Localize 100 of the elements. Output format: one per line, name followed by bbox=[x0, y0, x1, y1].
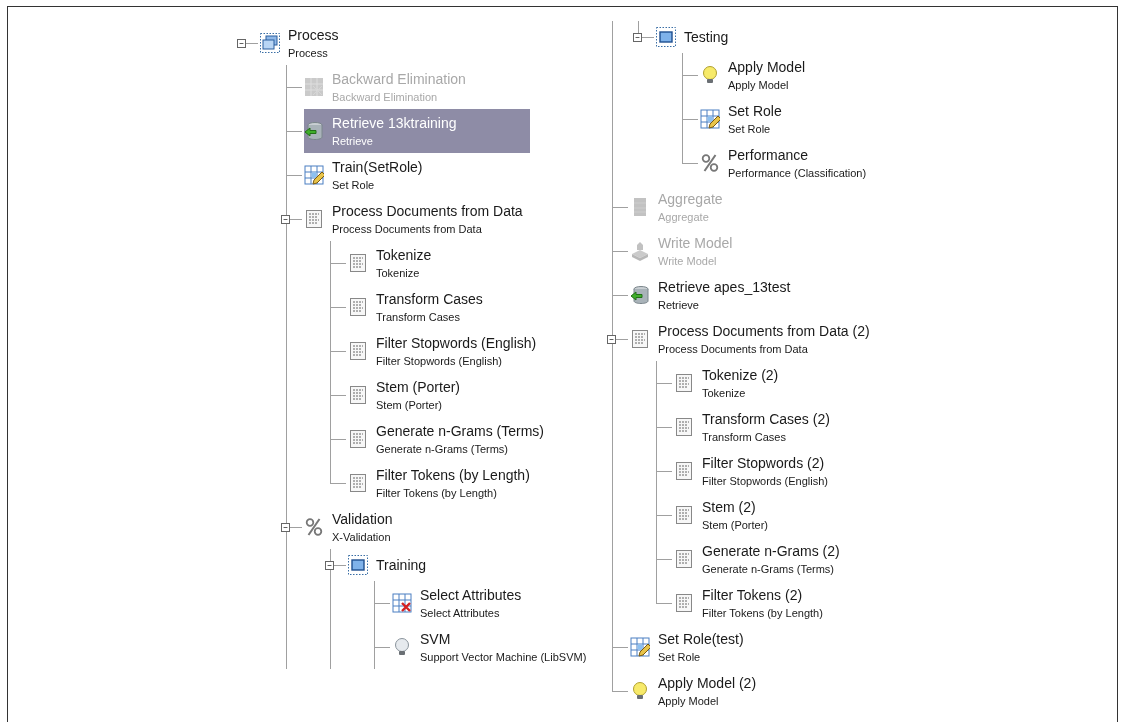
tree-node[interactable]: Filter Tokens (by Length) Filter Tokens (by Length) bbox=[348, 461, 538, 505]
node-title: Training bbox=[376, 556, 427, 574]
tree-node[interactable]: Testing bbox=[656, 21, 737, 53]
table-cross-icon bbox=[392, 593, 412, 613]
window-icon bbox=[348, 555, 368, 575]
node-title: Set Role bbox=[728, 102, 782, 120]
operator-name: Filter Tokens (by Length) bbox=[376, 485, 498, 500]
operator-name: Transform Cases bbox=[702, 429, 787, 444]
tree-node[interactable]: Apply Model (2) Apply Model bbox=[630, 669, 765, 713]
lightbulb-icon bbox=[630, 681, 650, 701]
database-icon bbox=[630, 285, 650, 305]
tree-node[interactable]: Stem (2) Stem (Porter) bbox=[674, 493, 776, 537]
tree-node[interactable]: Set Role(test) Set Role bbox=[630, 625, 752, 669]
document-icon bbox=[348, 473, 368, 493]
box-icon bbox=[630, 241, 650, 261]
tree-node[interactable]: Training bbox=[348, 549, 435, 581]
node-title: Testing bbox=[684, 28, 729, 46]
operator-name: Generate n-Grams (Terms) bbox=[376, 441, 510, 456]
window-icon bbox=[656, 27, 676, 47]
node-title: Retrieve apes_13test bbox=[658, 278, 791, 296]
operator-name: Stem (Porter) bbox=[702, 517, 768, 532]
tree-node[interactable]: Process Documents from Data Process Documents from Data bbox=[304, 197, 531, 241]
node-title: Generate n-Grams (Terms) bbox=[376, 422, 545, 440]
tree-node[interactable]: Tokenize Tokenize bbox=[348, 241, 440, 285]
node-title: Retrieve 13ktraining bbox=[332, 114, 457, 132]
tree-node[interactable]: Stem (Porter) Stem (Porter) bbox=[348, 373, 468, 417]
operator-name: Retrieve bbox=[332, 133, 374, 148]
tree-node[interactable]: Tokenize (2) Tokenize bbox=[674, 361, 787, 405]
tree-node[interactable]: Filter Stopwords (2) Filter Stopwords (English) bbox=[674, 449, 836, 493]
table-pencil-icon bbox=[700, 109, 720, 129]
node-title: Stem (Porter) bbox=[376, 378, 460, 396]
tree-node[interactable]: Filter Tokens (2) Filter Tokens (by Length) bbox=[674, 581, 831, 625]
operator-name: Support Vector Machine (LibSVM) bbox=[420, 649, 587, 664]
operator-name: Backward Elimination bbox=[332, 89, 439, 104]
document-icon bbox=[674, 593, 694, 613]
lightbulb-icon bbox=[392, 637, 412, 657]
document-icon bbox=[348, 429, 368, 449]
collapse-icon[interactable] bbox=[237, 39, 246, 48]
tree-node[interactable]: Process Process bbox=[260, 21, 347, 65]
tree-node[interactable]: Transform Cases (2) Transform Cases bbox=[674, 405, 838, 449]
operator-name: Performance (Classification) bbox=[728, 165, 867, 180]
operator-name: Tokenize bbox=[376, 265, 421, 280]
node-title: Apply Model (2) bbox=[658, 674, 757, 692]
node-title: Tokenize bbox=[376, 246, 432, 264]
document-icon bbox=[348, 341, 368, 361]
tree-node[interactable]: Apply Model Apply Model bbox=[700, 53, 814, 97]
table-pencil-icon bbox=[630, 637, 650, 657]
collapse-icon[interactable] bbox=[607, 335, 616, 344]
tree-node[interactable]: Select Attributes Select Attributes bbox=[392, 581, 530, 625]
collapse-icon[interactable] bbox=[633, 33, 642, 42]
operator-name: Generate n-Grams (Terms) bbox=[702, 561, 836, 576]
document-icon bbox=[348, 385, 368, 405]
windows-icon bbox=[260, 33, 280, 53]
tree-node[interactable]: Performance Performance (Classification) bbox=[700, 141, 875, 185]
node-title: Backward Elimination bbox=[332, 70, 466, 88]
node-title: Apply Model bbox=[728, 58, 806, 76]
operator-name: Set Role bbox=[728, 121, 772, 136]
tree-node[interactable]: Generate n-Grams (Terms) Generate n-Grams (Terms) bbox=[348, 417, 553, 461]
operator-name: Aggregate bbox=[658, 209, 710, 224]
operator-name: Apply Model bbox=[728, 77, 790, 92]
operator-name: Retrieve bbox=[658, 297, 700, 312]
tree-node[interactable]: SVM Support Vector Machine (LibSVM) bbox=[392, 625, 595, 669]
node-title: Transform Cases bbox=[376, 290, 483, 308]
node-title: Write Model bbox=[658, 234, 733, 252]
node-title: Filter Stopwords (English) bbox=[376, 334, 537, 352]
operator-name: Process Documents from Data bbox=[332, 221, 483, 236]
tree-node[interactable]: Filter Stopwords (English) Filter Stopwords (English) bbox=[348, 329, 545, 373]
operator-name: Apply Model bbox=[658, 693, 720, 708]
percent-icon bbox=[700, 153, 720, 173]
tree-node[interactable]: Transform Cases Transform Cases bbox=[348, 285, 491, 329]
node-title: Set Role(test) bbox=[658, 630, 744, 648]
node-title: Transform Cases (2) bbox=[702, 410, 830, 428]
operator-name: Process Documents from Data bbox=[658, 341, 809, 356]
document-icon bbox=[674, 549, 694, 569]
document-icon bbox=[630, 329, 650, 349]
operator-name: Process bbox=[288, 45, 329, 60]
operator-name: Write Model bbox=[658, 253, 718, 268]
grid-icon bbox=[304, 77, 324, 97]
node-title: Performance bbox=[728, 146, 810, 164]
percent-icon bbox=[304, 517, 324, 537]
lightbulb-icon bbox=[700, 65, 720, 85]
tree-node[interactable]: Generate n-Grams (2) Generate n-Grams (Terms) bbox=[674, 537, 848, 581]
tree-node[interactable]: Process Documents from Data (2) Process Documents from Data bbox=[630, 317, 878, 361]
document-icon bbox=[348, 253, 368, 273]
node-title: Stem (2) bbox=[702, 498, 757, 516]
node-title: Train(SetRole) bbox=[332, 158, 423, 176]
tree-node[interactable]: Set Role Set Role bbox=[700, 97, 790, 141]
node-title: Aggregate bbox=[658, 190, 723, 208]
table-pencil-icon bbox=[304, 165, 324, 185]
tree-node[interactable]: Train(SetRole) Set Role bbox=[304, 153, 431, 197]
collapse-icon[interactable] bbox=[325, 561, 334, 570]
document-icon bbox=[674, 373, 694, 393]
document-icon bbox=[674, 417, 694, 437]
collapse-icon[interactable] bbox=[281, 215, 290, 224]
tree-node[interactable]: Validation X-Validation bbox=[304, 505, 401, 549]
tree-node[interactable]: Retrieve apes_13test Retrieve bbox=[630, 273, 799, 317]
collapse-icon[interactable] bbox=[281, 523, 290, 532]
node-title: Filter Tokens (by Length) bbox=[376, 466, 530, 484]
operator-name: Tokenize bbox=[702, 385, 747, 400]
operator-name: Filter Tokens (by Length) bbox=[702, 605, 823, 620]
